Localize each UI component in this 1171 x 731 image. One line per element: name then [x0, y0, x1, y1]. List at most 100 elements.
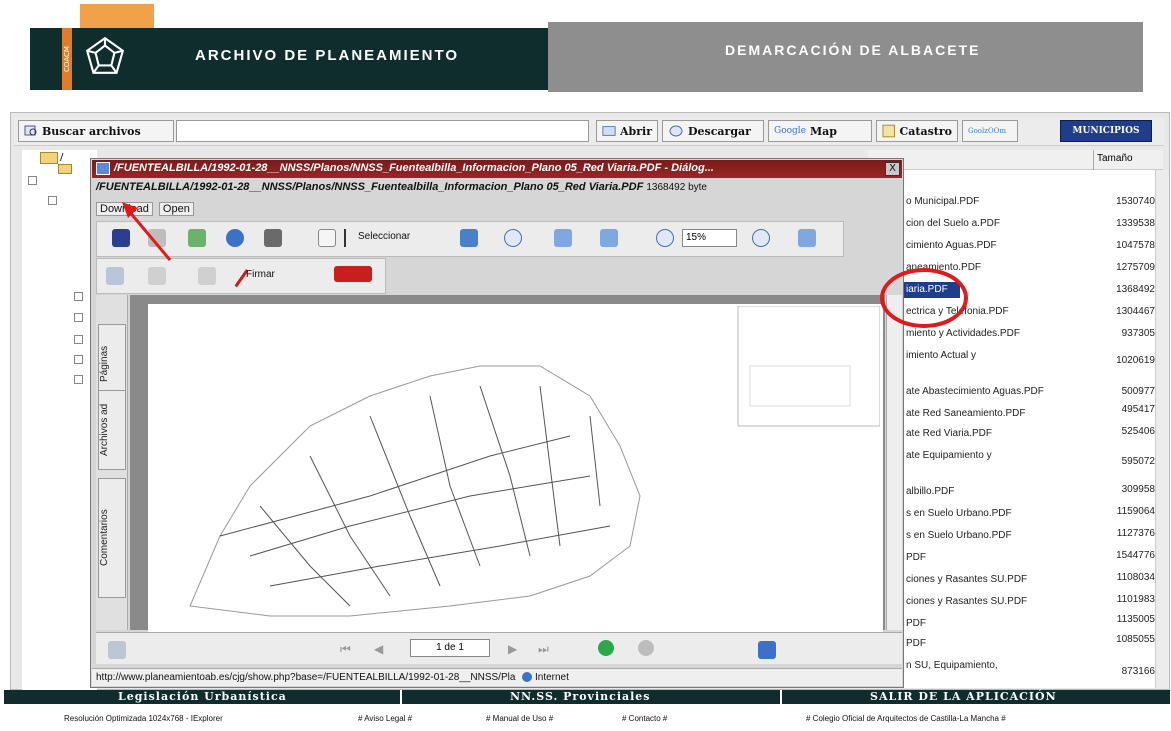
file-row-name[interactable]: n SU, Equipamiento, [906, 660, 998, 671]
dialog-file-size: 1368492 byte [646, 182, 707, 193]
catastro-button[interactable]: Catastro [876, 120, 958, 142]
file-row-name[interactable]: ciones y Rasantes SU.PDF [906, 596, 1027, 607]
tree-toggle[interactable] [48, 196, 57, 205]
file-row-size: 1368492 [1116, 284, 1155, 295]
next-page-icon[interactable]: ▶ [508, 642, 517, 656]
zoom-level-input[interactable]: 15% [682, 229, 737, 247]
tree-expand[interactable] [74, 335, 83, 344]
file-row-size: 1085055 [1116, 634, 1155, 645]
aviso-legal-link[interactable]: # Aviso Legal # [358, 714, 412, 723]
file-row-name[interactable]: albillo.PDF [906, 486, 954, 497]
prev-page-icon[interactable]: ◀ [374, 642, 383, 656]
folder-icon[interactable] [40, 152, 58, 164]
footer-resolution: Resolución Optimizada 1024x768 - IExplor… [64, 714, 223, 723]
file-row-name[interactable]: PDF [906, 638, 926, 649]
tree-toggle[interactable] [28, 176, 37, 185]
file-row-name[interactable]: imiento Actual y [906, 350, 976, 361]
file-row-name[interactable]: ate Equipamiento y [906, 450, 992, 461]
goolzoom-button[interactable]: GoolzOOm [962, 120, 1018, 142]
attach-icon[interactable] [106, 267, 124, 285]
search-input[interactable] [176, 120, 589, 142]
file-row-name[interactable]: o Municipal.PDF [906, 196, 979, 207]
legislacion-link[interactable]: Legislación Urbanística [118, 690, 287, 704]
sign-button-label[interactable]: Firmar [246, 269, 275, 280]
undo-icon[interactable] [148, 267, 166, 285]
zoom-out-icon[interactable] [656, 229, 674, 247]
dialog-title[interactable]: /FUENTEALBILLA/1992-01-28__NNSS/Planos/N… [92, 160, 902, 178]
stamp-icon[interactable] [198, 267, 216, 285]
go-back-icon[interactable] [598, 640, 614, 656]
nnss-provinciales-link[interactable]: NN.SS. Provinciales [510, 690, 651, 704]
coacm-label: COACM [62, 28, 72, 90]
go-forward-icon[interactable] [638, 640, 654, 656]
file-row-name[interactable]: miento y Actividades.PDF [906, 328, 1020, 339]
contacto-link[interactable]: # Contacto # [622, 714, 667, 723]
email-icon[interactable] [226, 229, 244, 247]
find-icon[interactable] [264, 229, 282, 247]
file-row-size: 1047578 [1116, 240, 1155, 251]
municipios-button[interactable]: MUNICIPIOS [1060, 120, 1152, 142]
file-row-size: 1275709 [1116, 262, 1155, 273]
demarcacion-title: DEMARCACIÓN DE ALBACETE [725, 42, 981, 58]
file-row-name[interactable]: s en Suelo Urbano.PDF [906, 508, 1012, 519]
manual-link[interactable]: # Manual de Uso # [486, 714, 553, 723]
snapshot-icon[interactable] [460, 229, 478, 247]
select-text-icon[interactable] [344, 229, 354, 247]
last-page-icon[interactable]: ⏭ [538, 642, 549, 657]
dialog-close-button[interactable]: X [885, 162, 900, 176]
download-label: Descargar [688, 124, 751, 138]
file-row-name[interactable]: ate Red Viaria.PDF [906, 428, 992, 439]
fit-page-icon[interactable] [600, 229, 618, 247]
street-map-drawing [189, 306, 880, 617]
google-map-button[interactable]: Google Map [768, 120, 872, 142]
catastro-icon [882, 124, 896, 138]
zoom-in-icon[interactable] [504, 229, 522, 247]
file-row-name[interactable]: cion del Suelo a.PDF [906, 218, 1000, 229]
file-list-scrollbar[interactable] [1155, 170, 1169, 688]
file-row-size: 1544776 [1116, 550, 1155, 561]
file-row-name[interactable]: s en Suelo Urbano.PDF [906, 530, 1012, 541]
file-row-name[interactable]: cimiento Aguas.PDF [906, 240, 997, 251]
divider [400, 690, 402, 704]
size-column-header[interactable]: Tamaño [1093, 150, 1155, 170]
file-row-name[interactable]: PDF [906, 552, 926, 563]
file-row-name[interactable]: PDF [906, 618, 926, 629]
tab-comments[interactable]: Comentarios [98, 478, 126, 598]
download-button[interactable]: Descargar [662, 120, 764, 142]
tree-expand[interactable] [74, 292, 83, 301]
tab-attachments[interactable]: Archivos ad [98, 390, 126, 470]
status-bar: http://www.planeamientoab.es/cjg/show.ph… [92, 668, 902, 686]
file-row-size: 309958 [1121, 484, 1155, 495]
folder-tree [22, 150, 97, 690]
colegio-link[interactable]: # Colegio Oficial de Arquitectos de Cast… [806, 714, 1006, 723]
open-button[interactable]: Abrir [596, 120, 658, 142]
first-page-icon[interactable]: ⏮ [340, 642, 351, 657]
hand-tool-icon[interactable] [318, 229, 336, 247]
red-circle-annotation [880, 268, 968, 328]
file-row-name[interactable]: ate Red Saneamiento.PDF [906, 408, 1026, 419]
file-row-size: 1339538 [1116, 218, 1155, 229]
select-tool-label[interactable]: Seleccionar [358, 231, 410, 242]
pdf-scrollbar[interactable] [886, 295, 902, 630]
tree-expand[interactable] [74, 375, 83, 384]
page-thumbnail-icon[interactable] [108, 641, 126, 659]
file-row-size: 873166 [1121, 666, 1155, 677]
salir-link[interactable]: SALIR DE LA APLICACIÓN [870, 690, 1057, 704]
dialog-path-text: /FUENTEALBILLA/1992-01-28__NNSS/Planos/N… [96, 181, 644, 193]
tree-expand[interactable] [74, 313, 83, 322]
organizer-icon[interactable] [188, 229, 206, 247]
file-row-name[interactable]: ciones y Rasantes SU.PDF [906, 574, 1027, 585]
page-number-input[interactable]: 1 de 1 [410, 639, 490, 657]
export-icon[interactable] [798, 229, 816, 247]
file-row-size: 937305 [1121, 328, 1155, 339]
tree-root-label[interactable]: / [60, 152, 63, 163]
file-row-size: 500977 [1121, 386, 1155, 397]
folder-icon[interactable] [58, 164, 72, 174]
yahoo-icon[interactable] [334, 266, 372, 282]
file-row-name[interactable]: ate Abastecimiento Aguas.PDF [906, 386, 1044, 397]
tree-expand[interactable] [74, 355, 83, 364]
fit-width-icon[interactable] [554, 229, 572, 247]
single-page-view-icon[interactable] [758, 641, 776, 659]
zoom-plus-icon[interactable] [752, 229, 770, 247]
search-files-button[interactable]: Buscar archivos [18, 120, 174, 142]
